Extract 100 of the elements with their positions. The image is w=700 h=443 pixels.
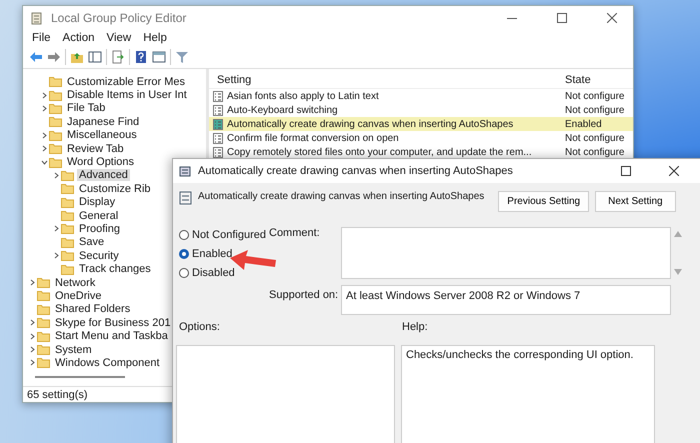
chevron-right-icon[interactable]: [52, 172, 60, 179]
tree-item[interactable]: Japanese Find: [65, 116, 142, 128]
tree-item[interactable]: Miscellaneous: [65, 129, 139, 142]
previous-setting-button[interactable]: Previous Setting: [498, 191, 590, 212]
tree-item[interactable]: Security: [77, 250, 121, 262]
policy-icon: [213, 104, 223, 116]
chevron-right-icon[interactable]: [40, 92, 48, 99]
radio-button[interactable]: [179, 230, 189, 240]
supported-label: Supported on:: [269, 288, 340, 303]
column-header[interactable]: Setting: [209, 74, 551, 86]
folder-icon: [61, 223, 74, 234]
tree-item[interactable]: System: [53, 344, 94, 356]
setting-row[interactable]: Copy remotely stored files onto your computer, and update the rem... Not configure: [209, 145, 633, 159]
tree-item[interactable]: Save: [77, 236, 106, 248]
help-icon[interactable]: [134, 50, 148, 64]
tree-item[interactable]: Advanced: [77, 169, 130, 182]
setting-row[interactable]: Asian fonts also apply to Latin text Not configure: [209, 89, 633, 103]
export-list-icon[interactable]: [111, 50, 125, 64]
policy-icon: [213, 118, 223, 130]
tree-item[interactable]: Skype for Business 201: [53, 316, 173, 329]
chevron-right-icon[interactable]: [52, 225, 60, 232]
policy-icon: [179, 191, 192, 205]
setting-state: Not configure: [565, 146, 626, 158]
tree-item[interactable]: Customize Rib: [77, 182, 153, 195]
tree-item[interactable]: Review Tab: [65, 142, 126, 155]
comment-label: Comment:: [269, 227, 321, 241]
maximize-icon[interactable]: [621, 166, 631, 176]
folder-icon: [37, 317, 50, 328]
tree-item[interactable]: Disable Items in User Int: [65, 89, 189, 102]
menu-item[interactable]: File: [27, 32, 56, 44]
setting-row[interactable]: Auto-Keyboard switching Not configure: [209, 103, 633, 117]
folder-icon: [61, 196, 74, 208]
next-setting-button[interactable]: Next Setting: [595, 191, 676, 212]
back-arrow-icon[interactable]: [29, 50, 43, 64]
chevron-right-icon[interactable]: [40, 132, 48, 139]
folder-icon: [49, 76, 62, 88]
chevron-right-icon[interactable]: [28, 332, 36, 340]
chevron-right-icon[interactable]: [28, 359, 36, 366]
folder-icon: [37, 277, 50, 288]
folder-icon: [37, 290, 50, 302]
scrollbar-thumb[interactable]: [35, 376, 125, 378]
tree-item[interactable]: Windows Component: [53, 356, 162, 369]
folder-icon: [49, 90, 62, 101]
radio-label[interactable]: Not Configured: [192, 229, 266, 241]
radio-button[interactable]: [179, 268, 189, 278]
folder-icon: [49, 143, 62, 154]
folder-icon: [49, 116, 62, 128]
tree-pane-icon[interactable]: [88, 50, 102, 64]
setting-name: Auto-Keyboard switching: [227, 104, 338, 116]
tree-item[interactable]: File Tab: [65, 102, 108, 114]
folder-up-icon[interactable]: [70, 50, 84, 64]
properties-icon[interactable]: [152, 50, 166, 64]
window-title: Local Group Policy Editor: [51, 11, 188, 25]
folder-icon: [49, 156, 62, 168]
tree-item[interactable]: Display: [77, 196, 118, 208]
menu-item[interactable]: Action: [58, 32, 100, 44]
filter-icon[interactable]: [175, 50, 189, 64]
radio-button[interactable]: [179, 249, 189, 259]
close-icon[interactable]: [669, 166, 679, 176]
folder-icon: [49, 102, 62, 114]
setting-name: Copy remotely stored files onto your computer, and update the rem...: [227, 146, 532, 158]
tree-item[interactable]: Shared Folders: [53, 303, 132, 316]
radio-label[interactable]: Enabled: [192, 248, 232, 260]
folder-icon: [37, 330, 50, 342]
column-header[interactable]: State: [551, 74, 633, 86]
tree-item[interactable]: Customizable Error Mes: [65, 76, 187, 88]
setting-row[interactable]: Automatically create drawing canvas when inserting AutoShapes Enabled: [209, 117, 633, 131]
tree-item[interactable]: Word Options: [65, 156, 136, 168]
radio-label[interactable]: Disabled: [192, 267, 235, 279]
tree-item[interactable]: Network: [53, 276, 98, 289]
folder-icon: [61, 183, 74, 194]
tree-item[interactable]: OneDrive: [53, 290, 104, 302]
setting-row[interactable]: Confirm file format conversion on open Not configure: [209, 131, 633, 145]
status-text: 65 setting(s): [27, 388, 88, 400]
menu-item[interactable]: View: [102, 32, 136, 44]
chevron-right-icon[interactable]: [40, 145, 48, 152]
policy-icon: [179, 164, 192, 178]
supported-on-field: At least Windows Server 2008 R2 or Windows 7: [341, 285, 671, 315]
folder-icon: [37, 344, 50, 355]
chevron-right-icon[interactable]: [52, 252, 60, 260]
comment-field[interactable]: [341, 227, 671, 279]
setting-state: Not configure: [565, 90, 626, 102]
tree-item[interactable]: Proofing: [77, 222, 122, 235]
menu-item[interactable]: Help: [138, 32, 172, 44]
close-icon[interactable]: [607, 13, 617, 23]
maximize-icon[interactable]: [557, 13, 567, 23]
setting-name: Automatically create drawing canvas when inserting AutoShapes: [227, 118, 514, 130]
tree-item[interactable]: Track changes: [77, 263, 153, 276]
folder-icon: [61, 236, 74, 248]
forward-arrow-icon[interactable]: [47, 50, 61, 64]
setting-name: Confirm file format conversion on open: [227, 132, 399, 144]
chevron-down-icon[interactable]: [40, 158, 48, 166]
setting-state: Enabled: [565, 118, 603, 130]
tree-item[interactable]: Start Menu and Taskba: [53, 330, 170, 342]
chevron-right-icon[interactable]: [40, 104, 48, 112]
options-label: Options:: [179, 321, 221, 335]
tree-item[interactable]: General: [77, 210, 120, 222]
chevron-right-icon[interactable]: [28, 279, 36, 286]
chevron-right-icon[interactable]: [28, 346, 36, 353]
chevron-right-icon[interactable]: [28, 319, 36, 326]
